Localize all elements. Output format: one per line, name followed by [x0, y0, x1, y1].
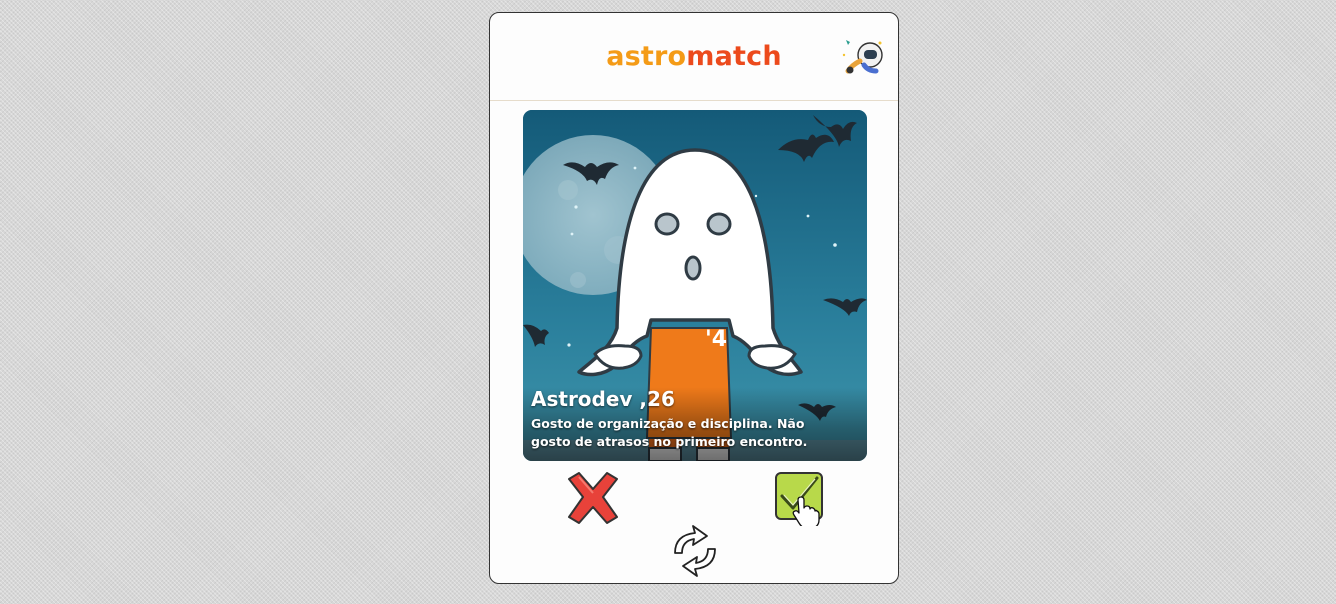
- green-check-icon: [775, 472, 823, 529]
- accept-button[interactable]: [773, 470, 825, 529]
- logo-match: match: [686, 41, 782, 72]
- profile-card: '4 Astrodev ,26 Gosto de organização e d…: [523, 110, 867, 461]
- astronaut-icon: [842, 40, 883, 74]
- refresh-arrows-icon: [674, 525, 716, 577]
- logo-astro: astro: [606, 41, 687, 72]
- red-x-icon: [568, 472, 618, 524]
- profile-name: Astrodev ,26: [531, 387, 675, 411]
- reject-button[interactable]: [563, 471, 623, 525]
- matches-button[interactable]: [840, 35, 886, 77]
- header: astromatch: [490, 13, 898, 101]
- reset-button[interactable]: [667, 523, 723, 579]
- app-card: astromatch '4 Astrodev ,26 Gosto de orga…: [489, 12, 899, 584]
- profile-info: Astrodev ,26 Gosto de organização e disc…: [523, 387, 867, 461]
- svg-text:'4: '4: [705, 327, 727, 352]
- app-logo: astromatch: [490, 41, 898, 72]
- profile-bio: Gosto de organização e disciplina. Não g…: [531, 416, 808, 449]
